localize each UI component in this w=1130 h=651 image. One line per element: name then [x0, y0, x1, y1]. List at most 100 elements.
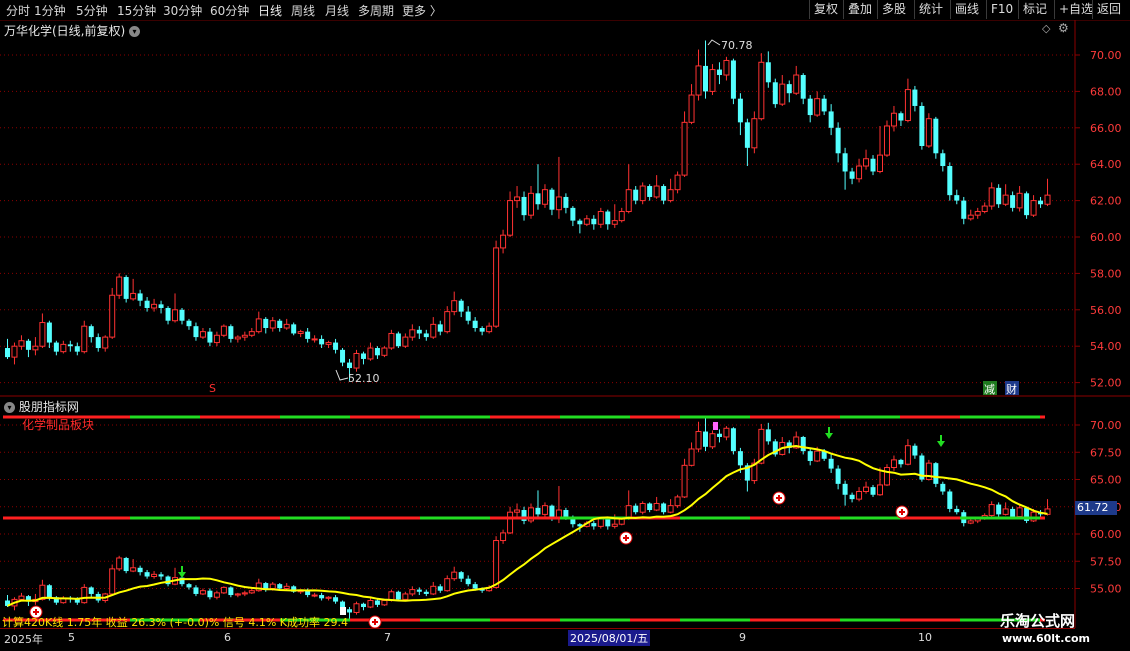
- indicator-candle: [870, 487, 876, 495]
- statistics-button[interactable]: 统计: [914, 0, 947, 19]
- stock-title[interactable]: 万华化学(日线,前复权) ▾: [4, 22, 141, 39]
- main-candle: [486, 325, 493, 333]
- main-candle: [716, 69, 722, 76]
- restore-rights-button[interactable]: 复权: [809, 0, 842, 19]
- indicator-candle: [800, 436, 806, 452]
- indicator-candle: [744, 465, 750, 481]
- main-candle: [25, 340, 31, 350]
- main-candle: [340, 349, 346, 363]
- main-candle: [555, 196, 562, 211]
- indicator-candle: [1030, 511, 1037, 522]
- indicator-candle: [583, 522, 590, 527]
- main-axis-label: 64.00: [1090, 158, 1122, 171]
- back-button[interactable]: 返回: [1092, 0, 1125, 19]
- indicator-candle: [74, 599, 80, 603]
- overlay-button[interactable]: 叠加: [843, 0, 876, 19]
- main-candle: [74, 346, 80, 352]
- indicator-title-text: 股朋指标网: [18, 400, 79, 414]
- date-label-jul: 7: [384, 631, 391, 644]
- indicator-candle: [123, 557, 129, 572]
- period-tab-monthly[interactable]: 月线: [325, 2, 349, 19]
- indicator-candle: [263, 583, 269, 589]
- indicator-candle: [507, 511, 514, 534]
- indicator-candle: [500, 532, 507, 542]
- indicator-candle: [674, 496, 681, 507]
- main-candle: [458, 300, 464, 312]
- indicator-candle: [730, 428, 736, 452]
- main-candle: [577, 220, 583, 225]
- main-candle: [933, 118, 939, 154]
- period-tab-daily[interactable]: 日线: [258, 2, 282, 19]
- indicator-candle: [172, 577, 179, 585]
- indicator-candle: [1016, 507, 1023, 518]
- indicator-candle: [32, 598, 39, 603]
- indicator-candle: [954, 508, 960, 513]
- mark-button[interactable]: 标记: [1018, 0, 1051, 19]
- indicator-candle: [793, 436, 800, 449]
- indicator-candle: [828, 458, 834, 469]
- indicator-candle: [444, 578, 451, 592]
- indicator-candle: [374, 600, 380, 605]
- indicator-title[interactable]: ▾ 股朋指标网: [4, 398, 79, 415]
- kline-chart[interactable]: 70.00 68.00 66.00 64.00 62.00 60.00 58.00 56.00…: [0, 0, 1130, 650]
- main-axis-label: 58.00: [1090, 267, 1122, 280]
- indicator-axis-label: 55.00: [1090, 583, 1122, 596]
- period-tab-15min[interactable]: 15分钟: [117, 2, 156, 19]
- period-tab-30min[interactable]: 30分钟: [163, 2, 202, 19]
- main-candle: [835, 127, 841, 154]
- chevron-down-icon[interactable]: ▾: [129, 26, 141, 37]
- indicator-candle: [179, 577, 185, 585]
- gear-icon[interactable]: ⚙: [1058, 21, 1069, 35]
- diamond-icon[interactable]: ◇: [1042, 22, 1050, 35]
- period-tab-60min[interactable]: 60分钟: [210, 2, 249, 19]
- low-price-label: 52.10: [348, 372, 380, 385]
- buy-signal-icon: [895, 505, 909, 519]
- indicator-candle: [395, 591, 401, 600]
- chevron-down-icon[interactable]: ▾: [4, 402, 15, 413]
- current-price-tag: 61.72: [1075, 501, 1117, 515]
- main-candle: [381, 347, 388, 356]
- indicator-candle: [486, 586, 493, 592]
- indicator-candle: [967, 520, 974, 524]
- main-candle: [521, 196, 527, 216]
- multi-stock-button[interactable]: 多股: [877, 0, 910, 19]
- period-tab-timeshare[interactable]: 分时: [6, 2, 30, 19]
- period-tab-5min[interactable]: 5分钟: [76, 2, 108, 19]
- period-tab-1min[interactable]: 1分钟: [34, 2, 66, 19]
- main-candle: [570, 207, 576, 221]
- period-tab-weekly[interactable]: 周线: [291, 2, 315, 19]
- indicator-overlays: [3, 415, 1048, 629]
- period-tab-more[interactable]: 更多 〉: [402, 2, 442, 19]
- indicator-candle: [325, 596, 332, 599]
- indicator-candle: [898, 459, 904, 465]
- stock-title-text: 万华化学(日线,前复权): [4, 24, 126, 38]
- add-favorite-button[interactable]: +自选: [1054, 0, 1097, 19]
- period-tab-multi[interactable]: 多周期: [358, 2, 394, 19]
- indicator-candle: [695, 431, 702, 450]
- indicator-candle: [165, 576, 171, 585]
- indicator-candle: [1010, 508, 1016, 517]
- main-candle: [347, 362, 353, 369]
- indicator-candle: [305, 590, 311, 596]
- indicator-candle: [947, 491, 953, 509]
- indicator-candle: [430, 585, 437, 595]
- main-candle: [723, 59, 730, 76]
- main-candle: [88, 326, 94, 338]
- indicator-candle: [577, 524, 583, 527]
- main-candle: [465, 311, 471, 321]
- reduce-badge: [983, 381, 997, 395]
- main-candle: [367, 347, 374, 360]
- main-candle: [165, 307, 171, 321]
- indicator-candle: [472, 584, 478, 589]
- indicator-candle: [423, 591, 429, 594]
- date-label-oct: 10: [918, 631, 932, 644]
- sector-label: 化学制品板块: [22, 418, 95, 432]
- main-candle: [479, 328, 485, 332]
- main-candle: [947, 166, 953, 196]
- draw-line-button[interactable]: 画线: [950, 0, 983, 19]
- main-candle: [234, 336, 241, 340]
- main-candle: [263, 318, 269, 328]
- indicator-axis-label: 57.50: [1090, 555, 1122, 568]
- f10-button[interactable]: F10: [986, 0, 1017, 19]
- main-candle: [311, 338, 318, 341]
